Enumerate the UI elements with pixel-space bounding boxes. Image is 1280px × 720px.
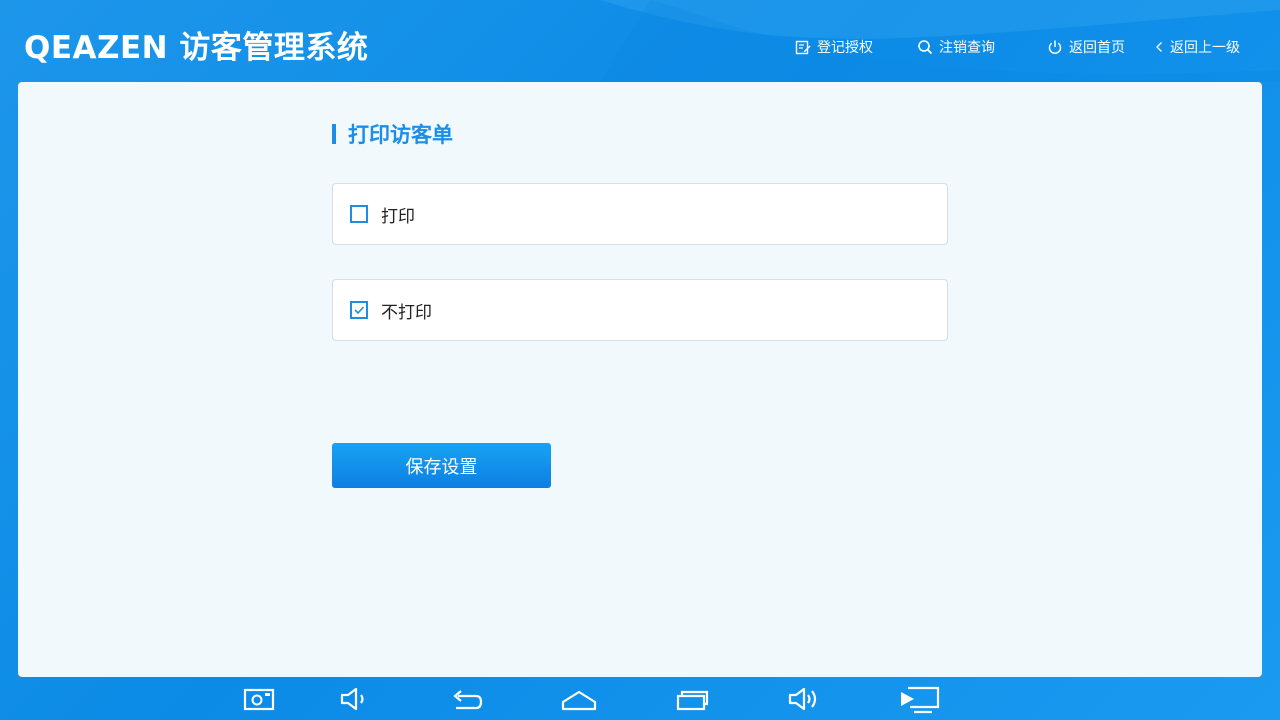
nav-cancel-query-button[interactable]: 注销查询 [917,37,995,57]
volume-up-icon [788,687,817,711]
nav-back-button[interactable]: 返回上一级 [1154,37,1240,57]
recents-button[interactable] [674,684,710,714]
nav-home-button[interactable]: 返回首页 [1047,37,1125,57]
section-title: 打印访客单 [348,123,453,147]
volume-up-button[interactable] [786,684,822,714]
top-nav: 登记授权 注销查询 返回首页 返回上一级 [0,37,1280,57]
section-accent-bar [332,124,336,144]
volume-down-icon [340,687,364,711]
option-print[interactable]: 打印 [332,183,948,245]
nav-home-label: 返回首页 [1069,40,1125,56]
section-header: 打印访客单 [332,122,453,147]
volume-down-button[interactable] [336,684,372,714]
checkbox-checked-icon[interactable] [350,301,368,319]
checkbox-unchecked-icon[interactable] [350,205,368,223]
nav-cancel-query-label: 注销查询 [939,40,995,56]
home-icon [561,690,597,711]
option-no-print[interactable]: 不打印 [332,279,948,341]
screenshot-button[interactable] [241,684,277,714]
save-settings-button[interactable]: 保存设置 [332,443,551,488]
option-print-label: 打印 [381,206,415,227]
nav-register-label: 登记授权 [817,40,873,56]
system-nav-bar [0,677,1280,720]
screen-cast-icon [901,686,940,714]
header: QEAZEN 访客管理系统 登记授权 注销查询 返回首页 返回上一级 [0,0,1280,82]
nav-back-label: 返回上一级 [1170,40,1240,56]
search-icon [918,40,933,55]
option-no-print-label: 不打印 [381,302,432,323]
back-button[interactable] [448,684,484,714]
edit-icon [795,40,811,55]
main-panel: 打印访客单 打印 不打印 保存设置 [18,82,1262,677]
recents-icon [676,690,709,711]
nav-register-button[interactable]: 登记授权 [795,37,873,57]
home-button[interactable] [561,684,597,714]
chevron-left-icon [1156,42,1162,52]
back-icon [453,690,483,710]
screen-cast-button[interactable] [898,684,942,714]
screenshot-icon [243,688,275,711]
power-icon [1048,40,1062,54]
